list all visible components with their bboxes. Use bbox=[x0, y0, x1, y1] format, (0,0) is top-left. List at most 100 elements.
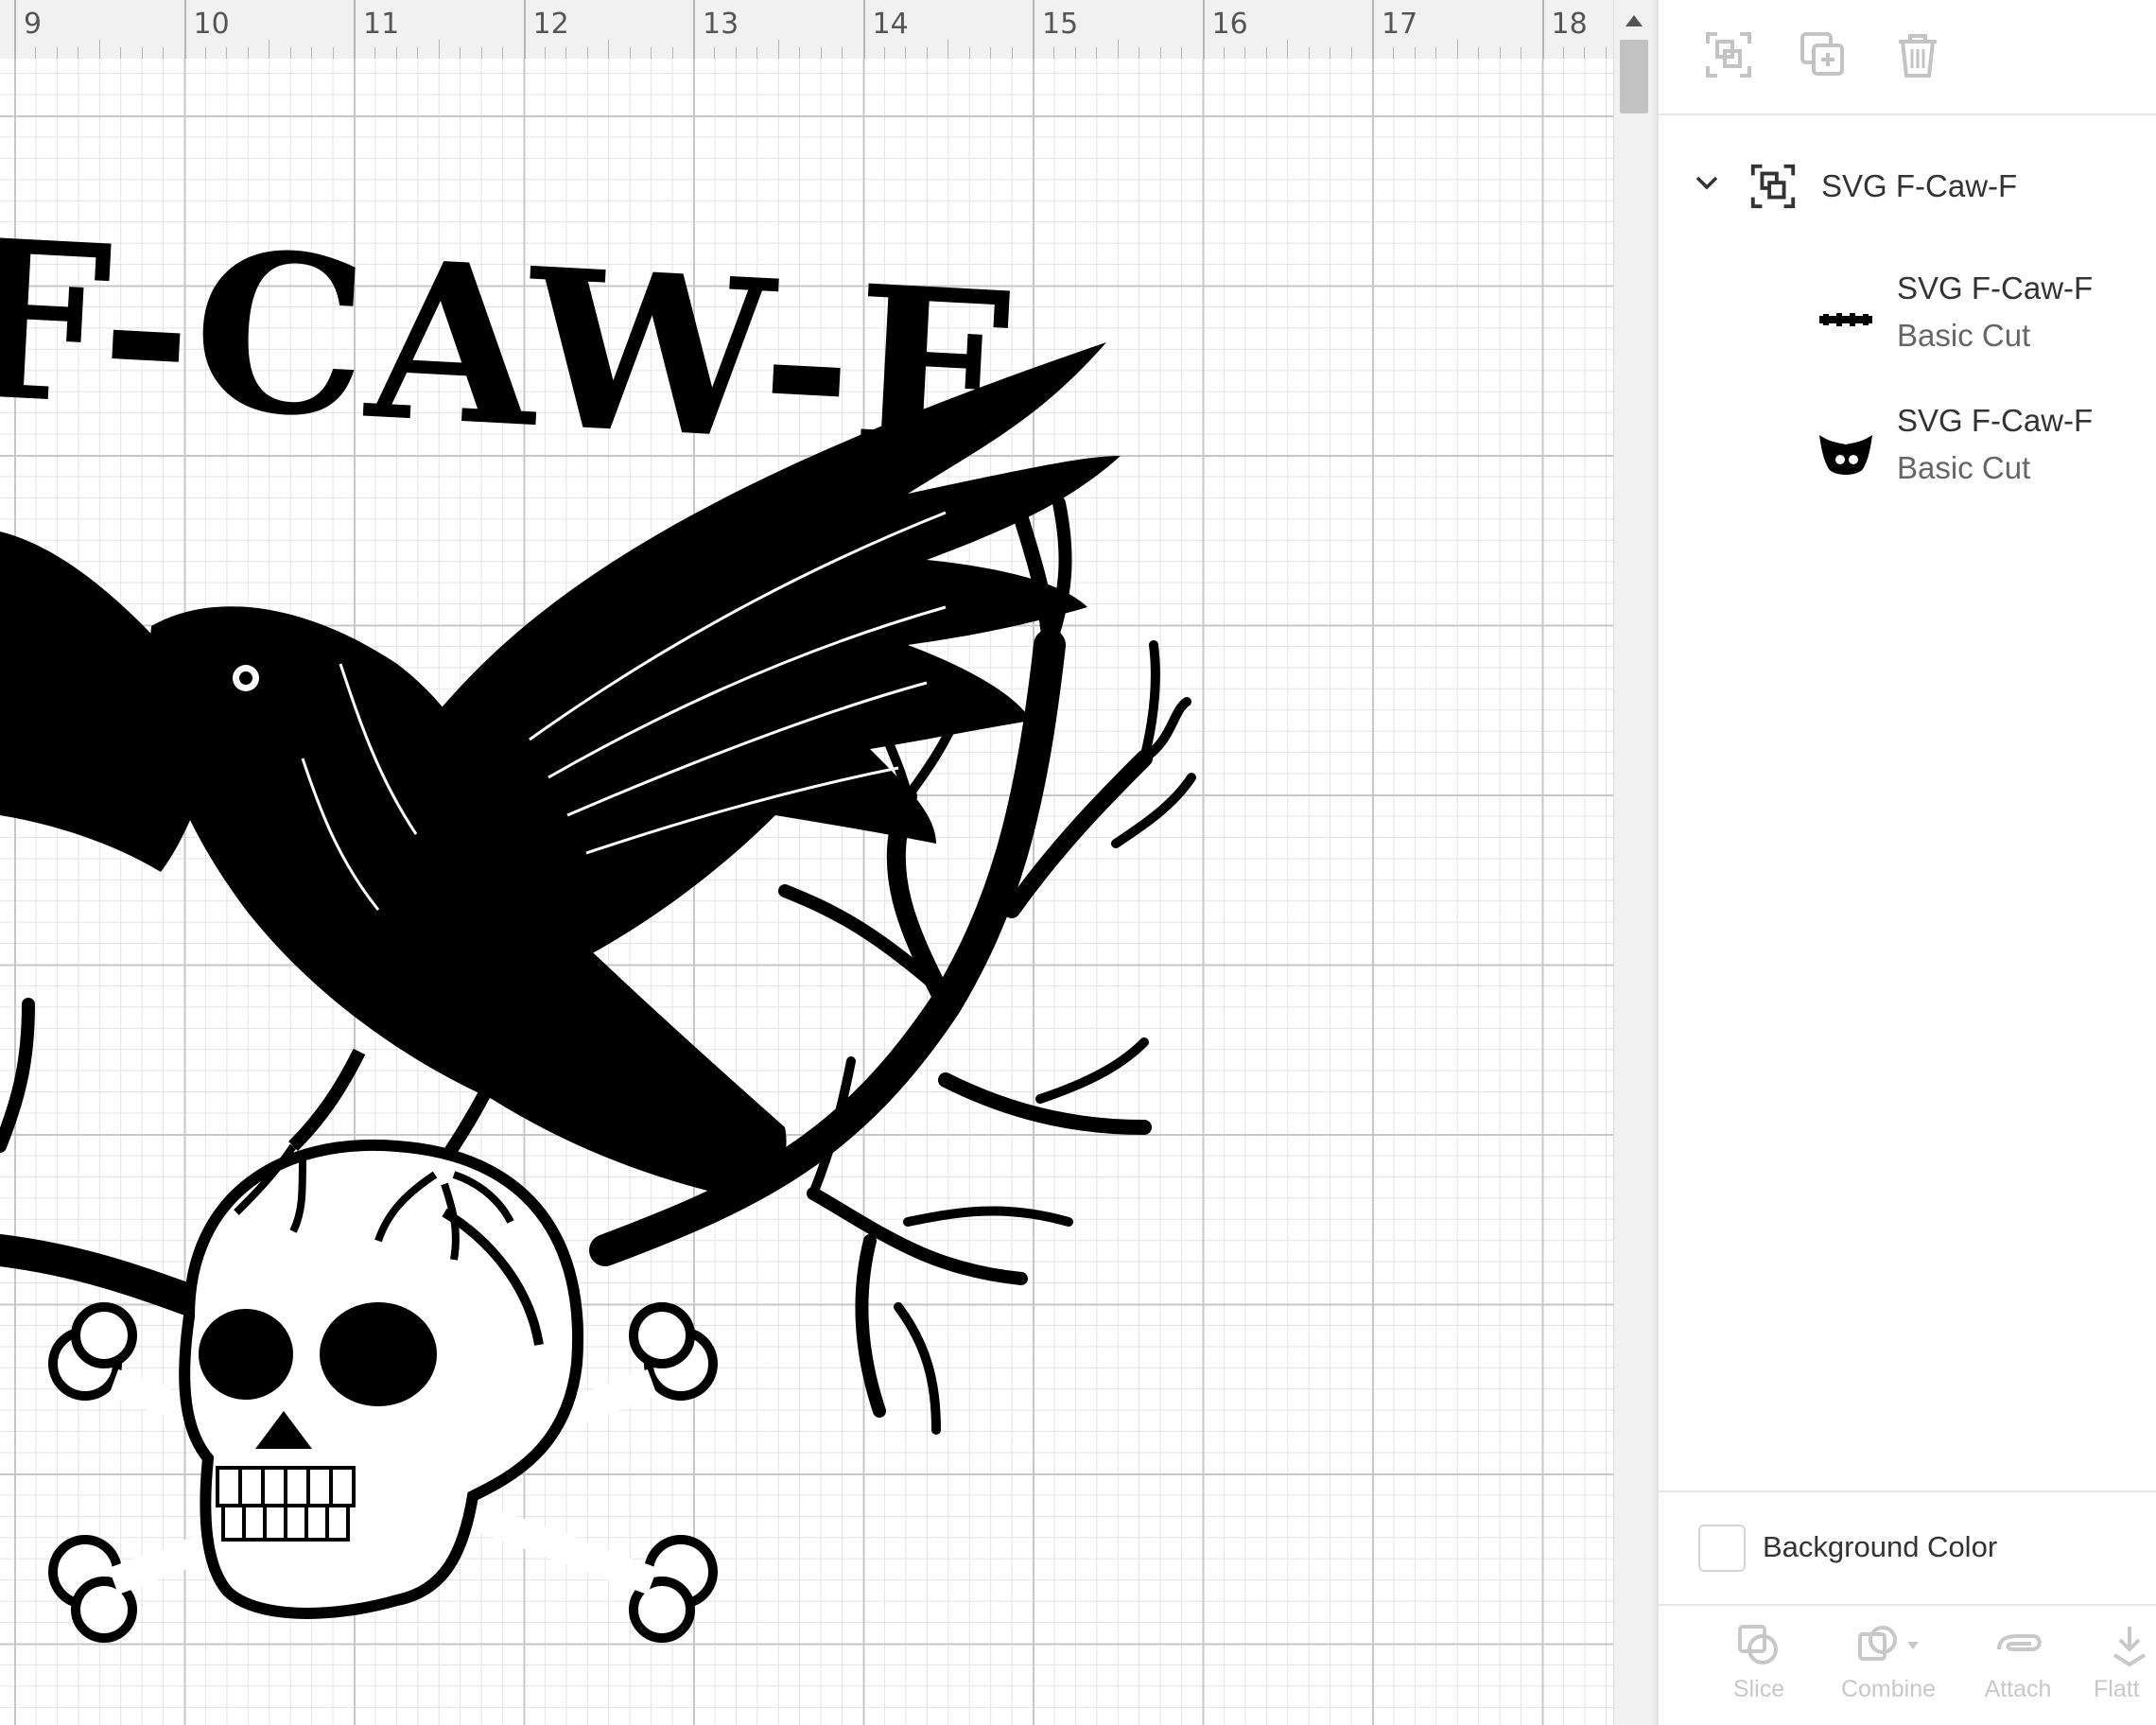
ruler-minor-tick bbox=[120, 47, 122, 59]
layer-type: Basic Cut bbox=[1897, 318, 2031, 353]
ruler-minor-tick bbox=[269, 40, 270, 59]
ruler-minor-tick bbox=[905, 47, 907, 59]
ruler-minor-tick bbox=[820, 47, 822, 59]
ruler-minor-tick bbox=[651, 47, 652, 59]
ruler-minor-tick bbox=[417, 47, 419, 59]
ruler-minor-tick bbox=[480, 47, 482, 59]
chevron-down-icon[interactable] bbox=[1693, 168, 1721, 197]
ruler-major-tick bbox=[862, 0, 865, 59]
ruler-minor-tick bbox=[608, 40, 610, 59]
combine-button[interactable]: Combine bbox=[1827, 1621, 1950, 1703]
duplicate-icon[interactable] bbox=[1797, 28, 1850, 81]
ruler-major-tick bbox=[1202, 0, 1205, 59]
ruler-minor-tick bbox=[1244, 47, 1246, 59]
combine-icon bbox=[1858, 1626, 1919, 1661]
horizontal-ruler: 9 10 11 12 13 14 15 16 17 18 bbox=[0, 0, 1613, 61]
ruler-label: 12 bbox=[532, 8, 569, 41]
vertical-scrollbar[interactable] bbox=[1613, 0, 1654, 1725]
ruler-minor-tick bbox=[842, 47, 843, 59]
scroll-up-arrow-icon[interactable] bbox=[1626, 15, 1643, 26]
ruler-minor-tick bbox=[1074, 47, 1076, 59]
design-artwork[interactable]: F-CAW-F bbox=[0, 59, 1613, 1725]
ruler-minor-tick bbox=[1308, 47, 1310, 59]
slice-icon bbox=[1738, 1625, 1778, 1664]
text-thumbnail bbox=[1819, 313, 1872, 326]
ruler-minor-tick bbox=[226, 47, 228, 59]
design-canvas[interactable]: 9 10 11 12 13 14 15 16 17 18 F-CAW-F bbox=[0, 0, 1613, 1725]
ruler-minor-tick bbox=[56, 47, 58, 59]
ruler-minor-tick bbox=[1181, 47, 1183, 59]
ruler-label: 11 bbox=[363, 8, 400, 41]
ruler-minor-tick bbox=[289, 47, 291, 59]
ruler-minor-tick bbox=[438, 40, 440, 59]
ruler-minor-tick bbox=[1265, 47, 1267, 59]
ruler-major-tick bbox=[1372, 0, 1374, 59]
ruler-minor-tick bbox=[1414, 47, 1416, 59]
ruler-major-tick bbox=[14, 0, 16, 59]
ruler-minor-tick bbox=[1011, 47, 1013, 59]
ruler-minor-tick bbox=[714, 47, 716, 59]
ruler-label: 17 bbox=[1382, 8, 1418, 41]
ruler-major-tick bbox=[1033, 0, 1035, 59]
ruler-minor-tick bbox=[502, 47, 504, 59]
skull-teeth bbox=[216, 1466, 356, 1542]
ruler-minor-tick bbox=[671, 47, 673, 59]
slice-button[interactable]: Slice bbox=[1712, 1621, 1806, 1703]
ruler-label: 16 bbox=[1211, 8, 1248, 41]
background-color-row[interactable]: Background Color bbox=[1659, 1490, 2156, 1606]
attach-button[interactable]: Attach bbox=[1971, 1621, 2065, 1703]
ruler-label: 9 bbox=[24, 8, 43, 41]
crow-skull-illustration[interactable] bbox=[0, 59, 1613, 1725]
ruler-minor-tick bbox=[247, 47, 249, 59]
ruler-minor-tick bbox=[395, 47, 397, 59]
group-icon bbox=[1750, 164, 1796, 209]
ruler-minor-tick bbox=[1159, 47, 1161, 59]
ruler-minor-tick bbox=[1096, 47, 1098, 59]
ruler-minor-tick bbox=[1584, 47, 1586, 59]
ruler-minor-tick bbox=[1223, 47, 1225, 59]
group-icon[interactable] bbox=[1702, 28, 1755, 81]
layer-group-row[interactable]: SVG F-Caw-F bbox=[1659, 151, 2156, 219]
ruler-minor-tick bbox=[311, 47, 313, 59]
ruler-major-tick bbox=[523, 0, 526, 59]
ruler-minor-tick bbox=[141, 47, 143, 59]
layer-item[interactable]: SVG F-Caw-F Basic Cut bbox=[1659, 403, 2156, 507]
background-color-swatch[interactable] bbox=[1698, 1525, 1746, 1572]
ruler-minor-tick bbox=[1393, 47, 1395, 59]
ruler-minor-tick bbox=[629, 47, 631, 59]
ruler-minor-tick bbox=[163, 47, 165, 59]
ruler-label: 18 bbox=[1551, 8, 1588, 41]
ruler-minor-tick bbox=[565, 47, 567, 59]
slice-label: Slice bbox=[1732, 1676, 1785, 1702]
ruler-minor-tick bbox=[799, 47, 801, 59]
ruler-minor-tick bbox=[204, 47, 206, 59]
crow-thumbnail bbox=[1819, 435, 1872, 475]
ruler-minor-tick bbox=[1435, 47, 1437, 59]
ruler-label: 13 bbox=[703, 8, 739, 41]
ruler-minor-tick bbox=[1562, 47, 1564, 59]
ruler-major-tick bbox=[1541, 0, 1544, 59]
layer-name: SVG F-Caw-F bbox=[1897, 270, 2094, 305]
ruler-minor-tick bbox=[374, 47, 376, 59]
layer-item[interactable]: SVG F-Caw-F Basic Cut bbox=[1659, 270, 2156, 375]
flatten-button[interactable]: Flatt bbox=[2094, 1621, 2156, 1703]
ruler-minor-tick bbox=[332, 47, 334, 59]
ruler-minor-tick bbox=[544, 47, 546, 59]
attach-icon bbox=[1997, 1634, 2042, 1651]
layers-panel: SVG F-Caw-F SVG F-Caw-F Basic Cut SVG F-… bbox=[1657, 0, 2156, 1725]
ruler-major-tick bbox=[354, 0, 356, 59]
layer-type: Basic Cut bbox=[1897, 450, 2031, 485]
ruler-minor-tick bbox=[883, 47, 885, 59]
ruler-minor-tick bbox=[1499, 47, 1501, 59]
layer-group-label: SVG F-Caw-F bbox=[1821, 168, 2018, 203]
ruler-minor-tick bbox=[98, 40, 100, 59]
ruler-label: 14 bbox=[872, 8, 909, 41]
ruler-minor-tick bbox=[968, 47, 970, 59]
ruler-minor-tick bbox=[586, 47, 588, 59]
ruler-minor-tick bbox=[1117, 40, 1119, 59]
delete-icon[interactable] bbox=[1891, 28, 1944, 81]
background-color-label: Background Color bbox=[1763, 1530, 1998, 1563]
bottom-toolbar: Slice Combine Attach Flatt bbox=[1659, 1604, 2156, 1725]
ruler-label: 15 bbox=[1042, 8, 1079, 41]
scrollbar-thumb[interactable] bbox=[1620, 40, 1648, 113]
